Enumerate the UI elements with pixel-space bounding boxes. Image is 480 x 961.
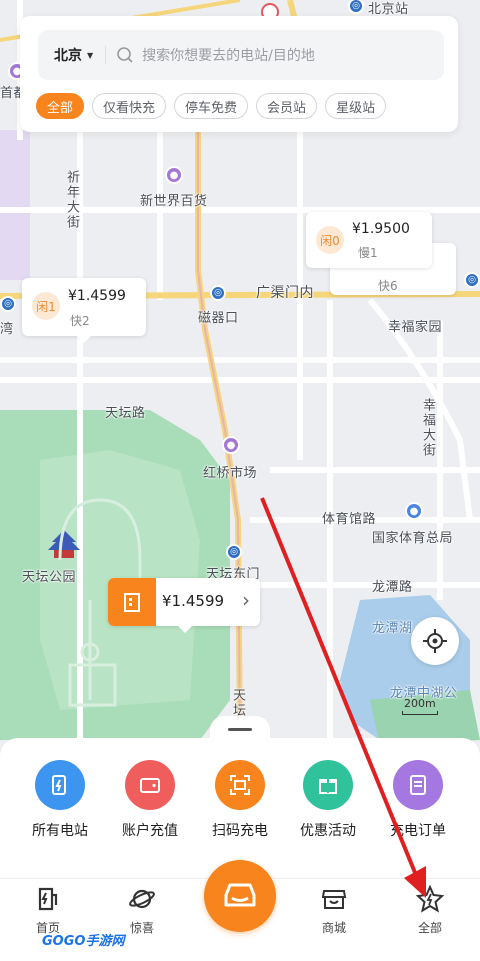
tab-store[interactable]: 商城 <box>294 885 374 936</box>
station-sub: 慢1 <box>358 246 378 260</box>
filter-chip-all[interactable]: 全部 <box>36 93 85 119</box>
search-icon <box>116 46 134 64</box>
crosshair-icon <box>423 629 447 653</box>
map-label-tiyuguan: 体育馆路 <box>322 512 377 527</box>
map-label-hongqiao: 红桥市场 <box>203 466 258 481</box>
tab-home[interactable]: 首页 <box>8 885 88 936</box>
map-scale: 200m <box>404 697 436 710</box>
quick-action-label: 优惠活动 <box>300 823 356 839</box>
map-label-tiyu-bureau: 国家体育总局 <box>372 531 454 546</box>
station-icon <box>35 760 85 810</box>
search-bar[interactable]: 北京 ▼ 搜索你想要去的电站/目的地 <box>38 30 444 80</box>
quick-action-orders[interactable]: 充电订单 <box>376 760 460 840</box>
metro-icon: ◎ <box>210 285 226 301</box>
station-sub: 快6 <box>378 279 398 293</box>
tab-label: 全部 <box>417 921 442 935</box>
station-badge: 闲1 <box>32 292 60 320</box>
station-price: ¥1.4599 <box>162 592 225 610</box>
charger-icon <box>38 887 58 911</box>
map-label-longtan-lake: 龙潭湖 <box>372 621 413 636</box>
map-label-wan: 湾 <box>0 322 14 337</box>
city-selector[interactable]: 北京 <box>38 45 82 65</box>
tab-surprise[interactable]: 惊喜 <box>102 885 182 936</box>
quick-action-promotions[interactable]: 优惠活动 <box>286 760 370 840</box>
map-label-cikou: 磁器口 <box>198 311 239 326</box>
watermark-logo: GOGO手游网 <box>42 934 125 949</box>
quick-action-label: 账户充值 <box>122 823 178 839</box>
station-price: ¥1.9500 <box>352 221 410 237</box>
map-label-longtan-road: 龙潭路 <box>372 580 413 595</box>
center-car-button[interactable] <box>204 860 276 932</box>
wallet-icon <box>125 760 175 810</box>
poi-icon: ● <box>165 166 183 184</box>
station-price: ¥1.4599 <box>68 288 126 304</box>
pin-pointer <box>77 336 91 343</box>
store-icon <box>321 890 347 909</box>
metro-icon: ◎ <box>0 296 16 312</box>
filter-chip-member[interactable]: 会员站 <box>256 93 318 119</box>
quick-action-all-stations[interactable]: 所有电站 <box>18 760 102 840</box>
map-label-new-world: 新世界百货 <box>140 194 208 209</box>
quick-action-recharge[interactable]: 账户充值 <box>108 760 192 840</box>
scan-icon <box>215 760 265 810</box>
map-label-xingfu: 幸福家园 <box>388 320 443 335</box>
quick-action-label: 充电订单 <box>390 823 446 839</box>
station-badge: 闲0 <box>316 226 344 254</box>
station-card[interactable]: 闲1 ¥1.4599 快2 <box>22 278 146 343</box>
caret-down-icon[interactable]: ▼ <box>87 51 93 60</box>
tab-all[interactable]: 全部 <box>390 884 470 936</box>
pin-pointer <box>178 626 192 633</box>
map-label-guangqu-inner: 广渠门内 <box>256 285 314 301</box>
quick-action-label: 所有电站 <box>32 823 88 839</box>
car-icon <box>224 883 256 907</box>
filter-chip-fast[interactable]: 仅看快充 <box>92 93 167 119</box>
filter-chips: 全部 仅看快充 停车免费 会员站 星级站 <box>36 93 387 119</box>
gift-icon <box>303 760 353 810</box>
divider <box>105 46 107 64</box>
locate-button[interactable] <box>411 617 459 665</box>
chevron-right-icon: › <box>242 588 250 612</box>
map-label-xingfu-street: 幸福大街 <box>420 398 435 458</box>
metro-icon: ◎ <box>226 544 242 560</box>
poi-icon: ● <box>405 502 423 520</box>
map-label-tiantan-road: 天坛路 <box>105 406 146 421</box>
poi-icon: ● <box>222 436 240 454</box>
station-card[interactable]: 闲0 ¥1.9500 慢1 <box>306 212 432 268</box>
planet-icon <box>129 889 155 909</box>
search-input[interactable]: 搜索你想要去的电站/目的地 <box>142 45 315 65</box>
tab-label: 商城 <box>321 921 346 935</box>
quick-action-label: 扫码充电 <box>212 823 268 839</box>
building-icon <box>108 578 156 626</box>
order-icon <box>393 760 443 810</box>
star-bolt-icon <box>415 884 445 913</box>
filter-chip-free-parking[interactable]: 停车免费 <box>174 93 249 119</box>
map-label-beijing-station: 北京站 <box>368 2 409 17</box>
map-label-tiantan-park: 天坛公园 <box>22 570 77 585</box>
filter-chip-star[interactable]: 星级站 <box>325 93 387 119</box>
search-card: 北京 ▼ 搜索你想要去的电站/目的地 全部 仅看快充 停车免费 会员站 星级站 <box>20 16 458 132</box>
metro-icon: ◎ <box>464 272 480 288</box>
quick-action-scan[interactable]: 扫码充电 <box>198 760 282 840</box>
station-sub: 快2 <box>70 314 90 328</box>
map-scale-bar <box>402 711 438 715</box>
map-label-xinnian-street: 祈年大街 <box>64 170 79 230</box>
station-card-selected[interactable]: ¥1.4599 › <box>108 578 260 633</box>
map-label-tian-road: 天坛 <box>230 688 245 718</box>
